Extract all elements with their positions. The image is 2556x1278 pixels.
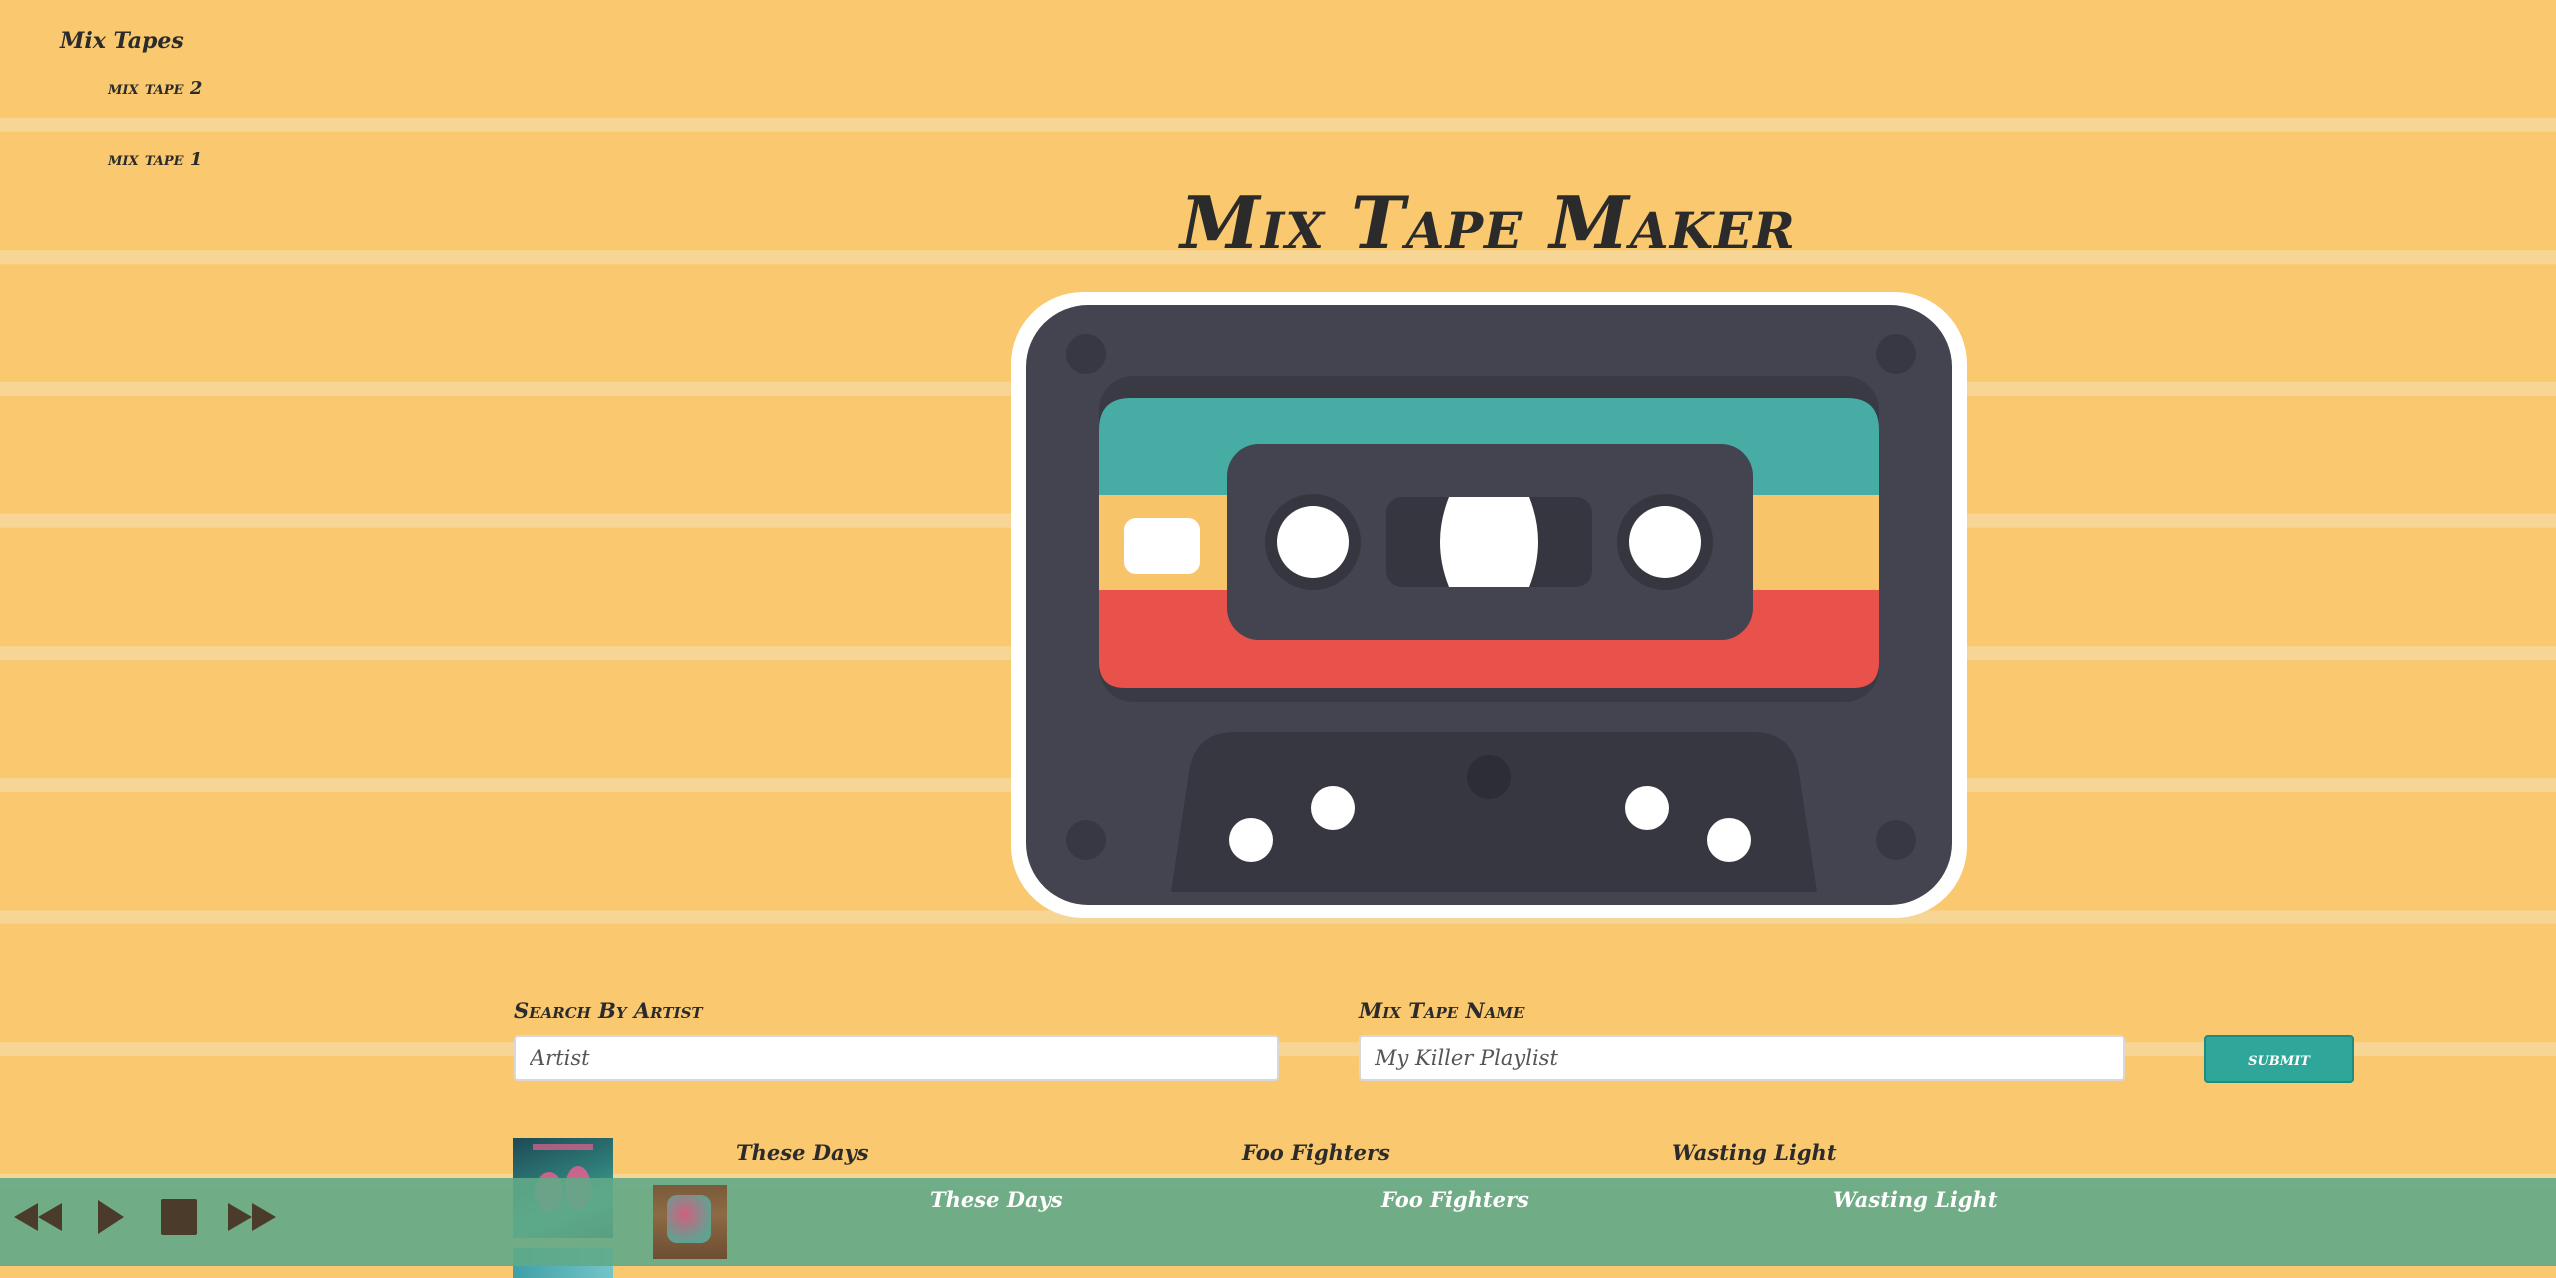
mix-tape-name-label: Mix Tape Name xyxy=(1359,998,1525,1023)
now-playing-song: These Days xyxy=(930,1187,1063,1212)
play-icon[interactable] xyxy=(96,1198,126,1236)
now-playing-album-art xyxy=(653,1185,727,1259)
now-playing-artist: Foo Fighters xyxy=(1381,1187,1529,1212)
artist-search-input[interactable] xyxy=(514,1035,1279,1081)
artist-search-label: Search By Artist xyxy=(514,998,703,1023)
sidebar-item-mix-tape-1[interactable]: mix tape 1 xyxy=(108,149,202,170)
result-song[interactable]: These Days xyxy=(736,1140,869,1165)
submit-button[interactable]: submit xyxy=(2204,1035,2354,1083)
stop-icon[interactable] xyxy=(160,1198,198,1236)
sidebar-item-mix-tape-2[interactable]: mix tape 2 xyxy=(108,78,202,99)
mix-tape-name-input[interactable] xyxy=(1359,1035,2125,1081)
player-bar xyxy=(0,1178,2556,1266)
result-artist[interactable]: Foo Fighters xyxy=(1242,1140,1390,1165)
result-album[interactable]: Wasting Light xyxy=(1672,1140,1837,1165)
now-playing-album: Wasting Light xyxy=(1833,1187,1998,1212)
sidebar-title: Mix Tapes xyxy=(60,28,184,54)
rewind-icon[interactable] xyxy=(12,1200,64,1234)
page-title: Mix Tape Maker xyxy=(1180,180,1796,265)
fast-forward-icon[interactable] xyxy=(226,1200,278,1234)
cassette-illustration xyxy=(1011,292,1967,918)
sidebar: Mix Tapes mix tape 2 mix tape 1 xyxy=(60,28,202,170)
